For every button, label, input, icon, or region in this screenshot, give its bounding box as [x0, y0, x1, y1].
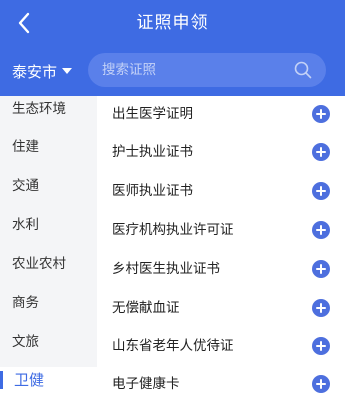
- sidebar-item-transport[interactable]: 交通: [0, 173, 97, 211]
- page-title: 证照申领: [136, 13, 209, 33]
- plus-circle-icon[interactable]: [312, 260, 330, 278]
- sidebar-item-ecology[interactable]: 生态环境: [0, 96, 97, 134]
- certificate-label: 电子健康卡: [112, 376, 180, 392]
- sidebar-item-health[interactable]: 卫健: [0, 367, 97, 402]
- list-item[interactable]: 出生医学证明: [97, 96, 345, 134]
- sidebar-item-culture-tourism[interactable]: 文旅: [0, 329, 97, 367]
- sidebar-item-commerce[interactable]: 商务: [0, 290, 97, 328]
- plus-circle-icon[interactable]: [312, 299, 330, 317]
- certificate-label: 出生医学证明: [112, 106, 193, 122]
- certificate-label: 医师执业证书: [112, 183, 193, 199]
- list-item[interactable]: 山东省老年人优待证: [97, 328, 345, 366]
- sidebar-item-agriculture[interactable]: 农业农村: [0, 251, 97, 289]
- sidebar-item-label: 农业农村: [12, 256, 66, 272]
- sidebar-item-label: 卫健: [14, 371, 45, 389]
- list-item[interactable]: 护士执业证书: [97, 134, 345, 172]
- plus-circle-icon[interactable]: [312, 375, 330, 393]
- plus-circle-icon[interactable]: [312, 221, 330, 239]
- list-item[interactable]: 医疗机构执业许可证: [97, 212, 345, 250]
- list-item[interactable]: 医师执业证书: [97, 173, 345, 211]
- plus-circle-icon[interactable]: [312, 143, 330, 161]
- search-input[interactable]: 搜索证照: [88, 53, 326, 87]
- sidebar-item-label: 交通: [12, 178, 39, 194]
- certificate-list: 出生医学证明 护士执业证书 医师执业证书 医疗机构执业许可证 乡村医生执业证书 …: [97, 96, 345, 402]
- certificate-label: 乡村医生执业证书: [112, 261, 220, 277]
- search-icon[interactable]: [294, 61, 312, 79]
- certificate-label: 山东省老年人优待证: [112, 338, 234, 354]
- search-placeholder: 搜索证照: [102, 62, 156, 78]
- sidebar-item-housing[interactable]: 住建: [0, 134, 97, 172]
- plus-circle-icon[interactable]: [312, 337, 330, 355]
- category-sidebar: 生态环境 住建 交通 水利 农业农村 商务 文旅 卫健: [0, 96, 97, 402]
- sidebar-item-label: 商务: [12, 295, 39, 311]
- list-item[interactable]: 电子健康卡: [97, 366, 345, 402]
- certificate-label: 无偿献血证: [112, 300, 180, 316]
- city-label: 泰安市: [12, 62, 58, 81]
- header-bar: 证照申领 泰安市 搜索证照: [0, 0, 345, 96]
- sidebar-item-label: 生态环境: [12, 101, 66, 117]
- active-indicator: [0, 371, 3, 389]
- sidebar-item-label: 文旅: [12, 334, 39, 350]
- sidebar-item-label: 住建: [12, 139, 39, 155]
- certificate-label: 护士执业证书: [112, 144, 193, 160]
- sidebar-item-water[interactable]: 水利: [0, 212, 97, 250]
- city-selector[interactable]: 泰安市: [12, 58, 73, 84]
- list-item[interactable]: 无偿献血证: [97, 290, 345, 328]
- sidebar-item-label: 水利: [12, 217, 39, 233]
- plus-circle-icon[interactable]: [312, 182, 330, 200]
- plus-circle-icon[interactable]: [312, 105, 330, 123]
- app-screen: 证照申领 泰安市 搜索证照 生态环境 住建 交通 水利 农业农村 商务 文旅 卫…: [0, 0, 345, 402]
- certificate-label: 医疗机构执业许可证: [112, 222, 234, 238]
- list-item[interactable]: 乡村医生执业证书: [97, 251, 345, 289]
- caret-down-icon: [62, 67, 73, 75]
